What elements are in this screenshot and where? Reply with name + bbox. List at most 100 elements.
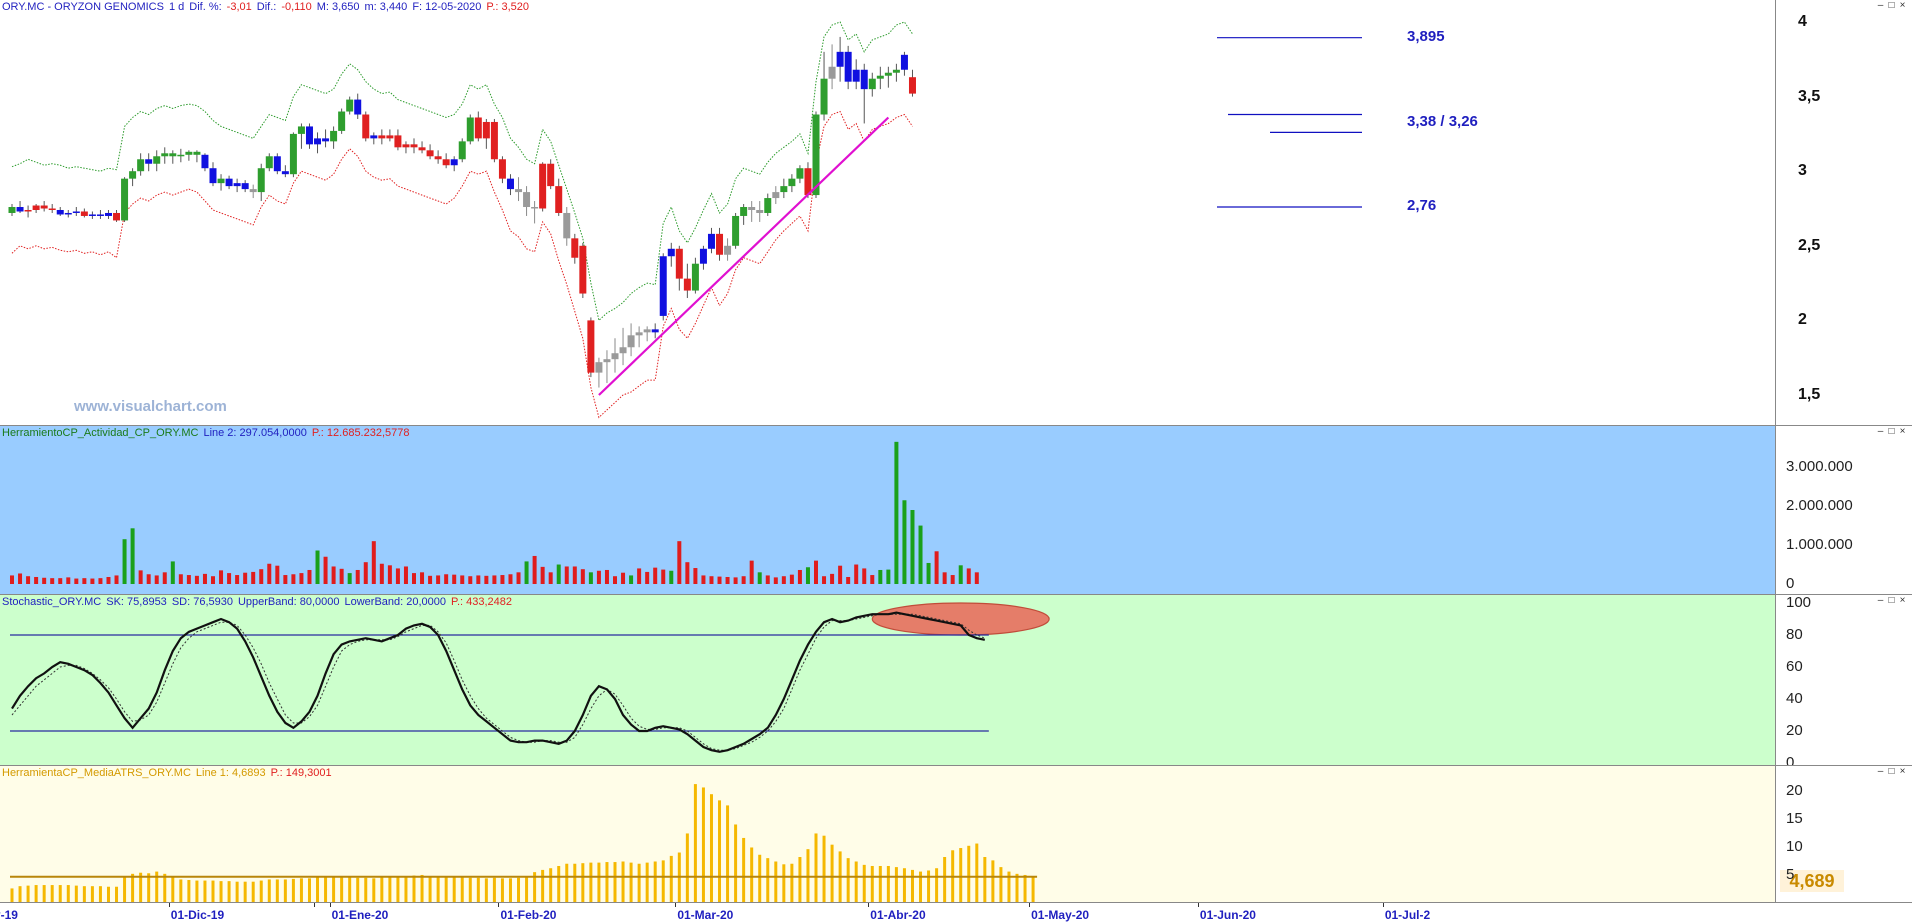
y-tick-label: 100 [1786,594,1812,611]
time-axis-label: 01-Ene-20 [331,908,389,922]
volume-bar [910,510,915,584]
atr-chart[interactable] [0,766,1775,903]
time-axis-label: 01-Feb-20 [500,908,557,922]
candle-body [579,245,587,294]
atr-bar [653,861,657,903]
volume-bar [958,565,963,584]
volume-bar [613,576,617,584]
volume-bar [902,500,907,584]
stochastic-chart[interactable] [0,595,1775,765]
candle-body [273,156,281,172]
candle-body [748,207,756,210]
price-header-item: Dif. %: [189,1,222,13]
price-header-item: M: 3,650 [316,1,360,13]
candle-body [756,209,764,213]
candle-body [193,151,201,155]
candle [161,147,169,164]
atr-bar [701,787,705,903]
volume-bar [26,576,31,584]
volume-bar [227,573,232,584]
volume-header-item: HerramientoCP_Actividad_CP_ORY.MC [2,427,199,439]
restore-icon[interactable]: □ [1886,427,1897,437]
volume-bar [476,575,481,584]
atr-bar [420,874,424,903]
atr-bar [219,881,223,903]
candle-body [177,154,185,157]
restore-icon[interactable]: □ [1886,1,1897,11]
candle-body [113,212,121,221]
volume-bar [235,575,240,584]
volume-bar [564,566,569,584]
candle [675,245,683,291]
candle [450,156,458,172]
volume-pane[interactable]: HerramientoCP_Actividad_CP_ORY.MC Line 2:… [0,425,1912,594]
candle-body [297,126,305,134]
close-icon[interactable]: × [1897,427,1908,437]
close-icon[interactable]: × [1897,1,1908,11]
volume-chart[interactable] [0,426,1775,594]
atr-pane[interactable]: HerramientaCP_MediaATRS_ORY.MC Line 1: 4,… [0,765,1912,903]
volume-bar [403,566,408,584]
atr-bar [726,805,730,903]
close-icon[interactable]: × [1897,596,1908,606]
atr-bar [500,878,504,903]
volume-bar [532,555,537,584]
volume-pane-header: HerramientoCP_Actividad_CP_ORY.MC Line 2:… [0,426,415,440]
candle [892,63,900,82]
candle [740,204,748,225]
volume-bar [629,575,634,584]
minimize-icon[interactable]: – [1875,1,1886,11]
atr-bar [967,845,971,903]
candle [346,96,354,115]
candle [836,36,844,82]
stochastic-header-item: Stochastic_ORY.MC [2,596,102,608]
time-axis-tick [313,903,315,907]
candle-body [362,114,370,139]
candle-body [201,154,209,169]
volume-bar [926,562,931,584]
candle [442,153,450,169]
candle-body [281,171,289,175]
candle [820,51,828,121]
minimize-icon[interactable]: – [1875,767,1886,777]
atr-bar [460,877,464,903]
price-pane-header: ORY.MC - ORYZON GENOMICS 1 d Dif. %: -3,01 D… [0,0,1774,14]
atr-bar [629,862,633,903]
atr-header-item: HerramientaCP_MediaATRS_ORY.MC [2,767,191,779]
candle [772,186,780,205]
restore-icon[interactable]: □ [1886,767,1897,777]
price-chart[interactable] [0,0,1775,425]
y-tick-label: 10 [1786,837,1803,855]
atr-bar [50,885,54,903]
candle-body [32,205,40,210]
price-pane-window-controls: – □ × [1875,1,1908,11]
candle-body [305,126,313,145]
volume-bar [291,574,296,584]
candle-body [740,207,748,216]
candle [354,93,362,119]
candle-body [104,212,112,216]
atr-bar [74,885,78,903]
volume-bar [395,568,400,584]
close-icon[interactable]: × [1897,767,1908,777]
atr-bar [525,877,529,903]
candle-body [900,54,908,70]
candle [563,207,571,246]
atr-bar [798,857,802,903]
volume-bar [556,564,561,584]
minimize-icon[interactable]: – [1875,427,1886,437]
candle-body [434,156,442,160]
atr-bar [870,865,874,903]
candle-body [724,245,732,255]
candle [185,150,193,161]
atr-bar [324,876,328,903]
candle [233,178,241,193]
candle [844,45,852,90]
restore-icon[interactable]: □ [1886,596,1897,606]
y-tick-label: 15 [1786,809,1803,827]
stochastic-pane[interactable]: Stochastic_ORY.MC SK: 75,8953 SD: 76,5930 U… [0,594,1912,765]
candle-body [490,121,498,160]
volume-bar [854,564,859,584]
price-pane[interactable]: ORY.MC - ORYZON GENOMICS 1 d Dif. %: -3,01 D… [0,0,1912,425]
minimize-icon[interactable]: – [1875,596,1886,606]
